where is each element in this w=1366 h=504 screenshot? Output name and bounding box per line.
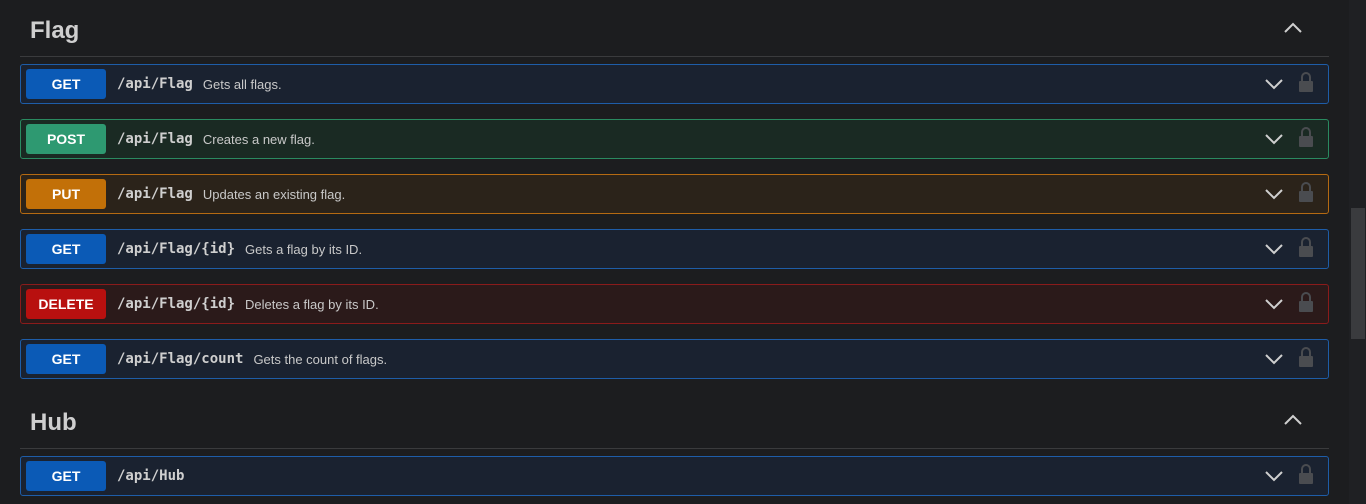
operation-row[interactable]: GET /api/Flag/{id} Gets a flag by its ID.: [20, 229, 1329, 269]
chevron-down-icon[interactable]: [1264, 242, 1284, 256]
method-badge: DELETE: [26, 289, 106, 319]
operation-path: /api/Flag: [117, 131, 193, 147]
scrollbar-thumb[interactable]: [1351, 208, 1365, 339]
method-badge: GET: [26, 69, 106, 99]
lock-icon[interactable]: [1298, 182, 1314, 202]
chevron-down-icon[interactable]: [1264, 297, 1284, 311]
operation-row[interactable]: DELETE /api/Flag/{id} Deletes a flag by i…: [20, 284, 1329, 324]
operation-row[interactable]: GET /api/Flag/count Gets the count of fla…: [20, 339, 1329, 379]
operation-summary: Deletes a flag by its ID.: [245, 296, 379, 312]
chevron-down-icon[interactable]: [1264, 77, 1284, 91]
operation-summary: Creates a new flag.: [202, 131, 315, 147]
chevron-down-icon[interactable]: [1264, 469, 1284, 483]
operation-path: /api/Flag/{id}: [117, 296, 236, 312]
section-title: Hub: [30, 409, 77, 436]
operation-summary: Updates an existing flag.: [202, 186, 346, 202]
section-header-flag[interactable]: Flag: [20, 0, 1329, 57]
section-header-hub[interactable]: Hub: [20, 392, 1329, 449]
method-badge: GET: [26, 461, 106, 491]
operation-row[interactable]: PUT /api/Flag Updates an existing flag.: [20, 174, 1329, 214]
lock-icon[interactable]: [1298, 347, 1314, 367]
operation-path: /api/Flag: [117, 76, 193, 92]
operation-row[interactable]: GET /api/Hub: [20, 456, 1329, 496]
chevron-down-icon[interactable]: [1264, 187, 1284, 201]
section-title: Flag: [30, 17, 80, 44]
chevron-down-icon[interactable]: [1264, 132, 1284, 146]
operation-summary: Gets all flags.: [202, 76, 282, 92]
operation-summary: Gets a flag by its ID.: [245, 241, 363, 257]
lock-icon[interactable]: [1298, 464, 1314, 484]
operation-summary: Gets the count of flags.: [253, 351, 388, 367]
operation-row[interactable]: POST /api/Flag Creates a new flag.: [20, 119, 1329, 159]
chevron-down-icon[interactable]: [1264, 352, 1284, 366]
operation-path: /api/Hub: [117, 468, 185, 484]
hub-section: Hub GET /api/Hub: [20, 392, 1329, 496]
operation-path: /api/Flag/count: [117, 351, 244, 367]
method-badge: GET: [26, 344, 106, 374]
lock-icon[interactable]: [1298, 72, 1314, 92]
operation-path: /api/Flag: [117, 186, 193, 202]
operation-row[interactable]: GET /api/Flag Gets all flags.: [20, 64, 1329, 104]
chevron-up-icon[interactable]: [1283, 412, 1303, 428]
api-content: Flag GET /api/Flag Gets all flags. POST /…: [20, 0, 1329, 496]
operation-path: /api/Flag/{id}: [117, 241, 236, 257]
flag-section: Flag GET /api/Flag Gets all flags. POST /…: [20, 0, 1329, 379]
method-badge: GET: [26, 234, 106, 264]
vertical-scrollbar[interactable]: [1349, 0, 1366, 504]
method-badge: POST: [26, 124, 106, 154]
lock-icon[interactable]: [1298, 127, 1314, 147]
lock-icon[interactable]: [1298, 237, 1314, 257]
chevron-up-icon[interactable]: [1283, 20, 1303, 36]
method-badge: PUT: [26, 179, 106, 209]
lock-icon[interactable]: [1298, 292, 1314, 312]
